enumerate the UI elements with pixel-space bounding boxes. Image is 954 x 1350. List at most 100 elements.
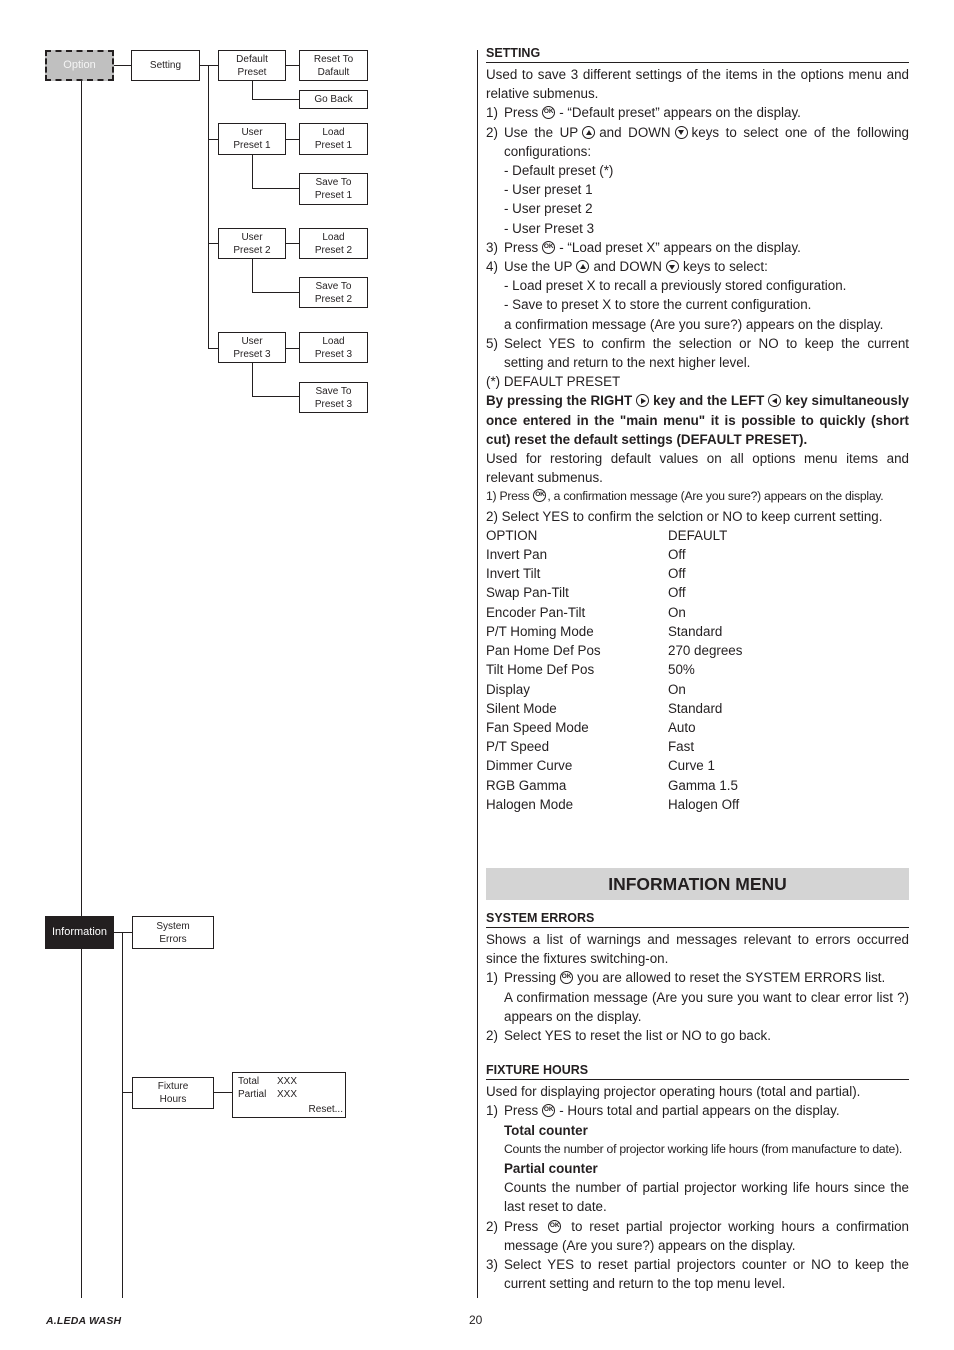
table-cell-option: Invert Tilt bbox=[486, 566, 541, 582]
page-number: 20 bbox=[469, 1313, 483, 1327]
fixture-hours-intro: Used for displaying projector operating … bbox=[486, 1084, 861, 1100]
setting-section: SETTING Used to save 3 different setting… bbox=[486, 46, 909, 814]
step-text: you are allowed to reset the SYSTEM ERRO… bbox=[577, 970, 886, 986]
setting-step-3: 3) Press - “Load preset X” appears on the… bbox=[486, 238, 909, 257]
connector bbox=[200, 65, 218, 66]
ok-button-icon bbox=[533, 489, 547, 503]
partial-counter-heading: Partial counter bbox=[504, 1161, 598, 1177]
step-text: Pressing bbox=[504, 970, 557, 986]
shortcut-text: By pressing the RIGHT bbox=[486, 393, 633, 409]
table-header-default: DEFAULT bbox=[668, 527, 728, 543]
setting-branch-line bbox=[208, 65, 209, 349]
partial-label: Partial bbox=[238, 1089, 267, 1100]
restore-step-2: 2) Select YES to confirm the selction or… bbox=[486, 508, 883, 524]
up-button-icon bbox=[576, 260, 590, 274]
step-text: and DOWN bbox=[593, 259, 662, 275]
connector bbox=[252, 81, 253, 100]
menu-node-save-preset-1: Save To Preset 1 bbox=[299, 173, 368, 205]
down-button-icon bbox=[674, 125, 688, 139]
step-number: 1) bbox=[486, 970, 498, 986]
table-cell-option: Swap Pan-Tilt bbox=[486, 585, 569, 601]
ok-button-icon bbox=[560, 971, 574, 985]
connector bbox=[252, 259, 253, 293]
reset-label: Reset... bbox=[308, 1104, 343, 1115]
menu-node-load-preset-3: Load Preset 3 bbox=[299, 332, 368, 363]
config-item: - User Preset 3 bbox=[504, 220, 595, 236]
table-cell-default: Auto bbox=[668, 719, 696, 735]
menu-node-setting: Setting bbox=[131, 50, 200, 81]
system-errors-confirmation: A confirmation message (Are you sure you… bbox=[504, 989, 909, 1024]
system-errors-step-2: 2) Select YES to reset the list or NO to… bbox=[486, 1026, 909, 1045]
step-text: Press bbox=[504, 239, 539, 255]
table-cell-default: 270 degrees bbox=[668, 643, 743, 659]
defaults-table: OPTION DEFAULT Invert Pan Off Invert Tilt… bbox=[486, 526, 909, 814]
table-cell-option: Halogen Mode bbox=[486, 796, 574, 812]
table-cell-option: P/T Homing Mode bbox=[486, 623, 594, 639]
step-text: Use the UP bbox=[504, 259, 573, 275]
table-cell-option: Encoder Pan-Tilt bbox=[486, 604, 586, 620]
left-button-icon bbox=[768, 394, 782, 408]
table-cell-option: Dimmer Curve bbox=[486, 758, 573, 774]
connector bbox=[286, 243, 299, 244]
connector bbox=[286, 348, 299, 349]
table-cell-option: RGB Gamma bbox=[486, 777, 567, 793]
menu-node-save-preset-2: Save To Preset 2 bbox=[299, 277, 368, 308]
step-number: 3) bbox=[486, 239, 498, 255]
table-cell-default: Off bbox=[668, 585, 686, 601]
total-value: XXX bbox=[277, 1076, 298, 1087]
connector bbox=[286, 139, 299, 140]
step-number: 4) bbox=[486, 259, 498, 275]
menu-node-load-preset-1: Load Preset 1 bbox=[299, 123, 368, 155]
section-title-system-errors: SYSTEM ERRORS bbox=[486, 911, 909, 928]
menu-node-system-errors: System Errors bbox=[132, 916, 214, 949]
step-text: - “Load preset X” appears on the display… bbox=[559, 239, 801, 255]
option-trunk-line bbox=[81, 80, 82, 1298]
fixture-hours-step-1: 1) Press - Hours total and partial appear… bbox=[486, 1101, 909, 1120]
step-text: and DOWN bbox=[599, 124, 671, 140]
menu-node-information: Information bbox=[45, 916, 114, 949]
step-text: - Hours total and partial appears on the… bbox=[559, 1103, 840, 1119]
default-preset-heading: (*) DEFAULT PRESET bbox=[486, 374, 621, 390]
setting-step-4: 4) Use the UP and DOWN keys to select: bbox=[486, 257, 909, 276]
connector bbox=[208, 139, 218, 140]
information-menu-section: INFORMATION MENU SYSTEM ERRORS Shows a l… bbox=[486, 868, 909, 1293]
step-number: 2) bbox=[486, 1028, 498, 1044]
column-divider bbox=[477, 50, 478, 1298]
table-cell-option: P/T Speed bbox=[486, 739, 550, 755]
step-number: 2) bbox=[486, 1218, 498, 1234]
menu-node-user-preset-2: User Preset 2 bbox=[218, 228, 286, 259]
connector bbox=[114, 932, 132, 933]
menu-node-user-preset-1: User Preset 1 bbox=[218, 123, 286, 155]
connector bbox=[252, 155, 253, 189]
config-list: - Default preset (*) - User preset 1 - U… bbox=[486, 161, 909, 238]
table-cell-default: On bbox=[668, 604, 686, 620]
step-text: Select YES to confirm the selection or N… bbox=[504, 335, 909, 371]
step-number: 1) bbox=[486, 105, 498, 121]
total-counter-text: Counts the number of projector working l… bbox=[504, 1141, 903, 1156]
step-number: 3) bbox=[486, 1257, 498, 1273]
table-cell-default: Standard bbox=[668, 623, 723, 639]
table-cell-option: Pan Home Def Pos bbox=[486, 643, 601, 659]
system-errors-step-1: 1) Pressing you are allowed to reset the … bbox=[486, 968, 909, 987]
config-item: - User preset 2 bbox=[504, 201, 593, 217]
table-cell-option: Invert Pan bbox=[486, 547, 548, 563]
information-menu-banner: INFORMATION MENU bbox=[486, 868, 909, 900]
table-cell-option: Display bbox=[486, 681, 530, 697]
connector bbox=[252, 188, 299, 189]
fixture-hours-step-2: 2) Pressto reset partial projector worki… bbox=[486, 1217, 909, 1255]
up-button-icon bbox=[582, 125, 596, 139]
step-text: Press bbox=[504, 1103, 539, 1119]
connector bbox=[286, 65, 299, 66]
table-cell-default: Curve 1 bbox=[668, 758, 715, 774]
setting-step-2: 2) Use the UP and DOWN keys to select one … bbox=[486, 123, 909, 161]
menu-node-load-preset-2: Load Preset 2 bbox=[299, 228, 368, 259]
ok-button-icon bbox=[542, 1104, 556, 1118]
shortcut-text: key and the LEFT bbox=[653, 393, 765, 409]
shortcut-note: By pressing the RIGHT key and the LEFT key… bbox=[486, 391, 909, 449]
fixture-hours-display: Total XXX Partial XXX Reset... bbox=[232, 1072, 346, 1118]
setting-step-1: 1) Press - “Default preset” appears on th… bbox=[486, 103, 909, 122]
table-cell-default: On bbox=[668, 681, 686, 697]
step-number: 2) bbox=[486, 124, 498, 140]
step-number: 5) bbox=[486, 335, 498, 351]
